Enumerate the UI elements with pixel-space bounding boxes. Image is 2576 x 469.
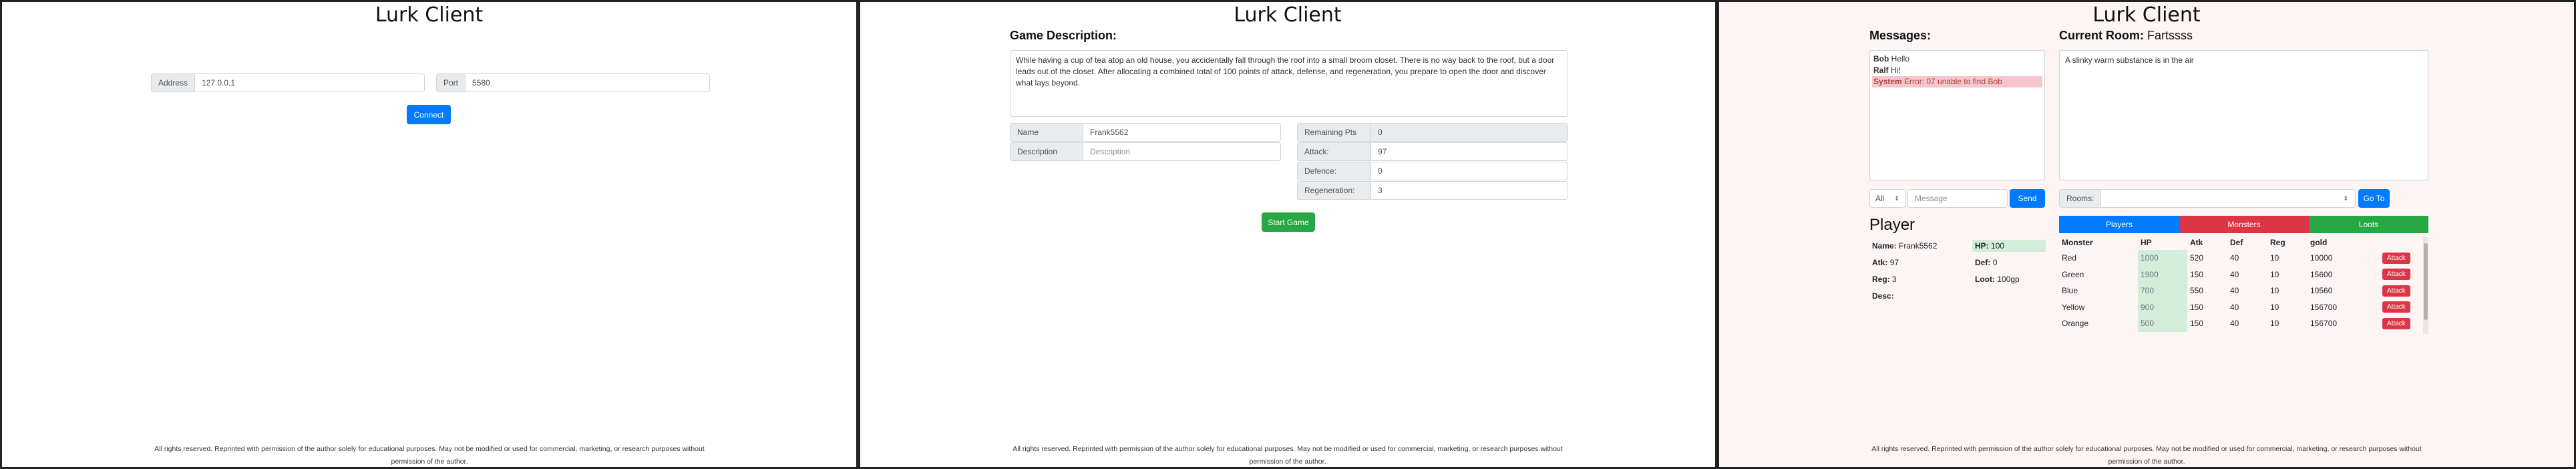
tab-loots[interactable]: Loots bbox=[2309, 216, 2428, 233]
remaining-points-label: Remaining Pts bbox=[1298, 124, 1371, 141]
app-title: Lurk Client bbox=[2092, 3, 2201, 27]
message-input[interactable]: Message bbox=[1907, 189, 2008, 208]
table-row: Yellow 900 150 40 10 156700 Attack bbox=[2059, 299, 2422, 315]
rooms-label: Rooms: bbox=[2060, 190, 2102, 207]
send-button[interactable]: Send bbox=[2010, 189, 2045, 208]
connect-button[interactable]: Connect bbox=[407, 105, 451, 124]
current-room-heading: Current Room: Fartssss bbox=[2059, 29, 2193, 42]
player-name: Name: Frank5562 bbox=[1872, 241, 1938, 251]
attack-button[interactable]: Attack bbox=[2382, 317, 2410, 329]
monsters-scrollbar[interactable] bbox=[2423, 237, 2428, 334]
rooms-select[interactable]: ⇕ bbox=[2101, 190, 2355, 207]
message-line: Bob Hello bbox=[1873, 54, 1910, 63]
table-row: Blue 700 550 40 10 10560 Attack bbox=[2059, 283, 2422, 299]
player-defence: Def: 0 bbox=[1975, 258, 1998, 267]
player-description: Desc: bbox=[1872, 291, 1894, 301]
app-title: Lurk Client bbox=[375, 3, 484, 27]
table-row: Red 1000 520 40 10 10000 Attack bbox=[2059, 250, 2422, 267]
defence-input-group[interactable]: Defence: 0 bbox=[1297, 162, 1568, 180]
defence-input[interactable]: 0 bbox=[1371, 162, 1568, 180]
name-label: Name bbox=[1010, 124, 1083, 141]
remaining-points-value: 0 bbox=[1371, 124, 1568, 141]
port-input-group[interactable]: Port 5580 bbox=[436, 73, 710, 92]
game-panel: Lurk Client Messages: Bob Hello Ralf Hi!… bbox=[1717, 0, 2576, 469]
attack-input[interactable]: 97 bbox=[1371, 143, 1568, 160]
messages-heading: Messages: bbox=[1869, 29, 1931, 42]
footer-text: All rights reserved. Reprinted with perm… bbox=[1013, 445, 1563, 466]
message-line: Ralf Hi! bbox=[1873, 65, 1901, 75]
attack-button[interactable]: Attack bbox=[2382, 285, 2410, 297]
room-name: Fartssss bbox=[2147, 29, 2193, 42]
description-label: Description bbox=[1010, 143, 1083, 160]
table-row: Green 1900 150 40 10 15600 Attack bbox=[2059, 266, 2422, 283]
system-message-line: System Error: 07 unable to find Bob bbox=[1872, 76, 2042, 88]
port-input[interactable]: 5580 bbox=[466, 74, 709, 92]
monsters-table: Monster HP Atk Def Reg gold Red 1000 520… bbox=[2059, 235, 2422, 332]
player-loot: Loot: 100gp bbox=[1975, 275, 2020, 284]
messages-log: Bob Hello Ralf Hi! System Error: 07 unab… bbox=[1869, 50, 2045, 180]
regeneration-label: Regeneration: bbox=[1298, 182, 1371, 199]
attack-button[interactable]: Attack bbox=[2382, 269, 2410, 281]
recipient-select[interactable]: All ⇕ bbox=[1869, 189, 1905, 208]
regeneration-input-group[interactable]: Regeneration: 3 bbox=[1297, 181, 1568, 200]
description-input[interactable]: Description bbox=[1083, 143, 1280, 160]
game-description-heading: Game Description: bbox=[1010, 29, 1117, 42]
name-input-group[interactable]: Name Frank5562 bbox=[1010, 123, 1281, 142]
regeneration-input[interactable]: 3 bbox=[1371, 182, 1568, 199]
player-heading: Player bbox=[1869, 216, 1915, 234]
player-hp: HP: 100 bbox=[1972, 240, 2046, 252]
defence-label: Defence: bbox=[1298, 162, 1371, 180]
attack-input-group[interactable]: Attack: 97 bbox=[1297, 142, 1568, 161]
go-to-button[interactable]: Go To bbox=[2358, 189, 2390, 208]
name-input[interactable]: Frank5562 bbox=[1083, 124, 1280, 141]
footer-text: All rights reserved. Reprinted with perm… bbox=[154, 445, 705, 466]
start-game-button[interactable]: Start Game bbox=[1262, 212, 1315, 232]
attack-button[interactable]: Attack bbox=[2382, 301, 2410, 313]
address-input-group[interactable]: Address 127.0.0.1 bbox=[151, 73, 425, 92]
remaining-points-group: Remaining Pts 0 bbox=[1297, 123, 1568, 142]
tab-players[interactable]: Players bbox=[2059, 216, 2179, 233]
address-input[interactable]: 127.0.0.1 bbox=[195, 74, 424, 92]
table-row: Orange 500 150 40 10 156700 Attack bbox=[2059, 315, 2422, 332]
description-input-group[interactable]: Description Description bbox=[1010, 142, 1281, 161]
room-description: A slinky warm substance is in the air bbox=[2059, 50, 2428, 180]
attack-label: Attack: bbox=[1298, 143, 1371, 160]
footer-text: All rights reserved. Reprinted with perm… bbox=[1871, 445, 2422, 466]
game-description-text: While having a cup of tea atop an old ho… bbox=[1010, 50, 1568, 117]
tab-monsters[interactable]: Monsters bbox=[2179, 216, 2309, 233]
app-title: Lurk Client bbox=[1234, 3, 1342, 27]
address-label: Address bbox=[152, 74, 196, 92]
attack-button[interactable]: Attack bbox=[2382, 252, 2410, 264]
scrollbar-thumb[interactable] bbox=[2424, 243, 2428, 320]
rooms-select-group[interactable]: Rooms: ⇕ bbox=[2059, 189, 2356, 208]
port-label: Port bbox=[437, 74, 466, 92]
player-regen: Reg: 3 bbox=[1872, 275, 1897, 284]
setup-panel: Lurk Client Game Description: While havi… bbox=[858, 0, 1717, 469]
player-attack: Atk: 97 bbox=[1872, 258, 1899, 267]
chevron-updown-icon: ⇕ bbox=[1894, 194, 1899, 202]
chevron-updown-icon: ⇕ bbox=[2343, 194, 2348, 202]
connect-panel: Lurk Client Address 127.0.0.1 Port 5580 … bbox=[0, 0, 858, 469]
table-header-row: Monster HP Atk Def Reg gold bbox=[2062, 238, 2328, 247]
